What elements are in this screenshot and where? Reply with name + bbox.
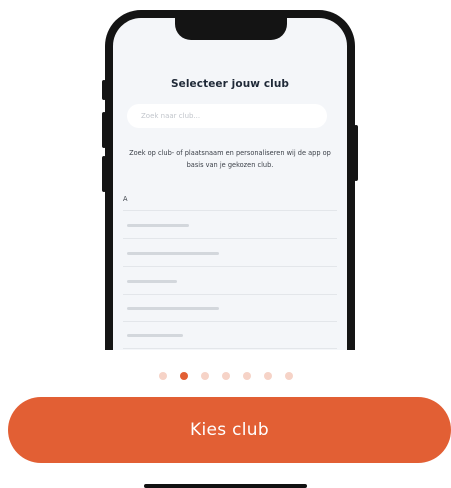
pagination-dot-active[interactable] (179, 372, 188, 380)
pagination-dot[interactable] (158, 372, 167, 380)
section-letter: A (123, 195, 128, 203)
club-list-item-placeholder (127, 334, 183, 337)
pagination-dots (0, 372, 451, 380)
phone-screen: Selecteer jouw club Zoek naar club... Zo… (113, 18, 347, 350)
list-divider (123, 348, 337, 349)
club-search-input: Zoek naar club... (127, 104, 327, 128)
list-divider (123, 238, 337, 239)
pagination-dot[interactable] (284, 372, 293, 380)
pagination-dot[interactable] (242, 372, 251, 380)
onboarding-screen: Selecteer jouw club Zoek naar club... Zo… (0, 0, 451, 488)
phone-notch (175, 18, 287, 40)
home-indicator (144, 484, 307, 488)
screen-title: Selecteer jouw club (170, 78, 290, 90)
list-divider (123, 321, 337, 322)
club-list-item-placeholder (127, 252, 219, 255)
pagination-dot[interactable] (200, 372, 209, 380)
pagination-dot[interactable] (263, 372, 272, 380)
club-list-item-placeholder (127, 224, 189, 227)
list-divider (123, 210, 337, 211)
choose-club-button[interactable]: Kies club (8, 397, 451, 463)
screen-description: Zoek op club- of plaatsnaam en personali… (129, 149, 331, 169)
club-list-item-placeholder (127, 307, 219, 310)
list-divider (123, 294, 337, 295)
phone-mockup: Selecteer jouw club Zoek naar club... Zo… (105, 10, 355, 350)
club-list-item-placeholder (127, 280, 177, 283)
list-divider (123, 266, 337, 267)
pagination-dot[interactable] (221, 372, 230, 380)
